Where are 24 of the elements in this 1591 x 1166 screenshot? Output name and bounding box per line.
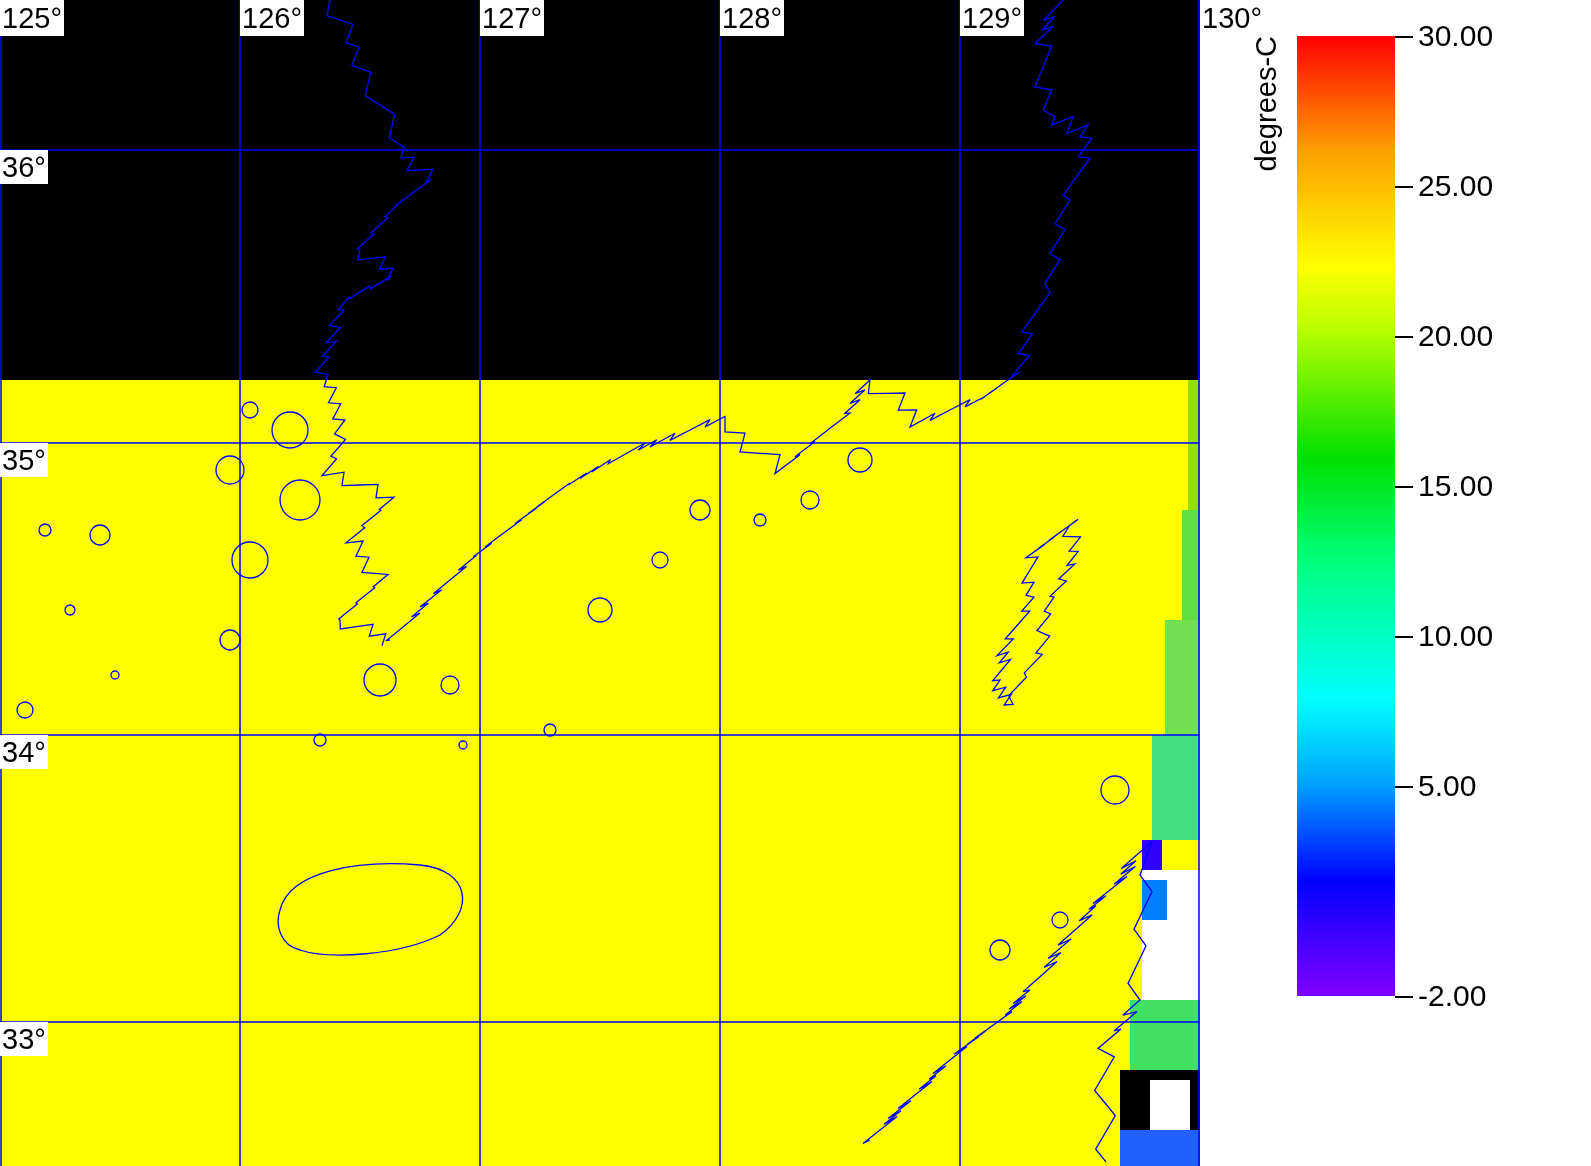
tick-mark [1395,636,1413,638]
longitude-label: 129° [960,0,1024,36]
latitude-label: 35° [0,443,48,477]
tick-mark [1395,486,1413,488]
longitude-label: 127° [480,0,544,36]
longitude-label: 125° [0,0,64,36]
tick-label: 5.00 [1418,769,1477,803]
tick-label: 25.00 [1418,169,1494,203]
tick-label: 10.00 [1418,619,1494,653]
tick-label: 30.00 [1418,19,1494,53]
tick-mark [1395,336,1413,338]
latitude-label: 33° [0,1022,48,1056]
longitude-label: 128° [720,0,784,36]
tick-mark [1395,186,1413,188]
latitude-label: 36° [0,150,48,184]
tick-label: 15.00 [1418,469,1494,503]
longitude-label: 126° [240,0,304,36]
colorbar-title: degrees-C [1250,36,1283,172]
tick-mark [1395,36,1413,38]
tick-mark [1395,996,1413,998]
tick-mark [1395,786,1413,788]
tick-label: -2.00 [1418,979,1487,1013]
latitude-label: 34° [0,735,48,769]
tick-label: 20.00 [1418,319,1494,353]
